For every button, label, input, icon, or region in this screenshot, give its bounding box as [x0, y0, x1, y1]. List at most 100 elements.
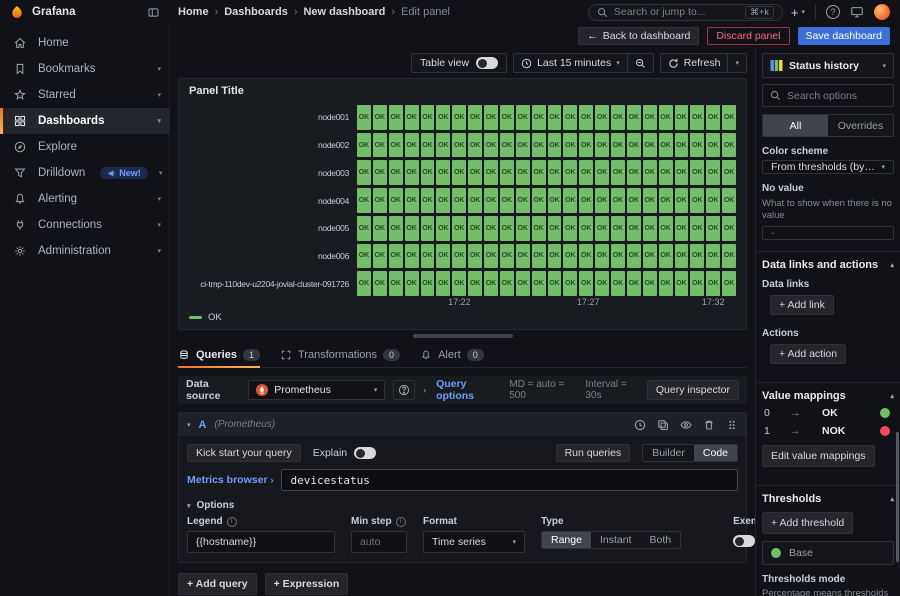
- status-cell[interactable]: OK: [563, 244, 577, 269]
- back-to-dashboard-button[interactable]: ← Back to dashboard: [578, 27, 699, 45]
- status-cell[interactable]: OK: [389, 271, 403, 296]
- query-type-instant[interactable]: Instant: [591, 532, 641, 548]
- status-cell[interactable]: OK: [357, 188, 371, 213]
- status-cell[interactable]: OK: [706, 188, 720, 213]
- status-cell[interactable]: OK: [452, 244, 466, 269]
- status-cell[interactable]: OK: [595, 133, 609, 158]
- status-cell[interactable]: OK: [595, 188, 609, 213]
- status-cell[interactable]: OK: [532, 244, 546, 269]
- status-cell[interactable]: OK: [436, 133, 450, 158]
- status-cell[interactable]: OK: [436, 160, 450, 185]
- discard-panel-button[interactable]: Discard panel: [707, 27, 789, 45]
- status-cell[interactable]: OK: [389, 133, 403, 158]
- status-cell[interactable]: OK: [500, 105, 514, 130]
- data-links-section-header[interactable]: Data links and actions ▴: [756, 257, 900, 273]
- status-cell[interactable]: OK: [468, 216, 482, 241]
- sidebar-item-bookmarks[interactable]: Bookmarks ▾: [0, 56, 169, 82]
- add-query-button[interactable]: + Add query: [178, 573, 257, 595]
- status-cell[interactable]: OK: [484, 188, 498, 213]
- metrics-browser-link[interactable]: Metrics browser ›: [187, 474, 281, 486]
- status-cell[interactable]: OK: [643, 160, 657, 185]
- scrollbar-thumb[interactable]: [896, 432, 899, 562]
- status-cell[interactable]: OK: [627, 271, 641, 296]
- status-cell[interactable]: OK: [563, 216, 577, 241]
- status-cell[interactable]: OK: [516, 216, 530, 241]
- search-box[interactable]: ⌘+k: [588, 4, 783, 21]
- status-cell[interactable]: OK: [595, 216, 609, 241]
- status-cell[interactable]: OK: [643, 244, 657, 269]
- refresh-button[interactable]: Refresh: [661, 54, 728, 72]
- status-cell[interactable]: OK: [373, 160, 387, 185]
- status-cell[interactable]: OK: [659, 160, 673, 185]
- new-button[interactable]: +▾: [791, 5, 805, 20]
- status-cell[interactable]: OK: [421, 271, 435, 296]
- datasource-help-button[interactable]: [393, 380, 415, 400]
- status-cell[interactable]: OK: [611, 244, 625, 269]
- status-cell[interactable]: OK: [421, 188, 435, 213]
- status-cell[interactable]: OK: [389, 216, 403, 241]
- thresholds-section-header[interactable]: Thresholds ▴: [756, 491, 900, 507]
- options-collapse[interactable]: ▾ Options: [187, 500, 738, 511]
- status-cell[interactable]: OK: [421, 133, 435, 158]
- breadcrumb-item-home[interactable]: Home: [178, 6, 209, 18]
- add-link-button[interactable]: + Add link: [770, 295, 834, 315]
- hide-query-icon[interactable]: [680, 419, 692, 431]
- status-cell[interactable]: OK: [548, 216, 562, 241]
- status-cell[interactable]: OK: [611, 188, 625, 213]
- tab-queries[interactable]: Queries1: [178, 342, 260, 367]
- status-cell[interactable]: OK: [500, 216, 514, 241]
- status-cell[interactable]: OK: [579, 244, 593, 269]
- help-icon[interactable]: ?: [826, 5, 840, 19]
- status-cell[interactable]: OK: [500, 160, 514, 185]
- value-mappings-section-header[interactable]: Value mappings ▴: [756, 388, 900, 404]
- status-cell[interactable]: OK: [357, 133, 371, 158]
- status-cell[interactable]: OK: [675, 133, 689, 158]
- query-history-icon[interactable]: [634, 419, 646, 431]
- splitter-handle[interactable]: [413, 334, 513, 338]
- options-tab-overrides[interactable]: Overrides: [828, 115, 893, 136]
- status-cell[interactable]: OK: [484, 105, 498, 130]
- add-threshold-button[interactable]: + Add threshold: [762, 512, 853, 534]
- table-view-toggle[interactable]: Table view: [411, 53, 507, 73]
- status-cell[interactable]: OK: [548, 160, 562, 185]
- tab-alert[interactable]: Alert0: [420, 342, 484, 367]
- status-cell[interactable]: OK: [452, 160, 466, 185]
- query-ref-id[interactable]: A: [199, 419, 207, 431]
- status-cell[interactable]: OK: [706, 244, 720, 269]
- status-cell[interactable]: OK: [516, 271, 530, 296]
- status-cell[interactable]: OK: [579, 216, 593, 241]
- status-cell[interactable]: OK: [563, 160, 577, 185]
- status-cell[interactable]: OK: [706, 160, 720, 185]
- status-cell[interactable]: OK: [500, 271, 514, 296]
- status-cell[interactable]: OK: [643, 188, 657, 213]
- status-cell[interactable]: OK: [484, 271, 498, 296]
- search-input[interactable]: [614, 6, 739, 18]
- status-cell[interactable]: OK: [659, 244, 673, 269]
- status-cell[interactable]: OK: [500, 188, 514, 213]
- grafana-logo-icon[interactable]: [10, 5, 24, 19]
- status-cell[interactable]: OK: [405, 216, 419, 241]
- status-cell[interactable]: OK: [516, 244, 530, 269]
- query-expression-input[interactable]: [281, 469, 738, 491]
- status-cell[interactable]: OK: [690, 105, 704, 130]
- sidebar-item-home[interactable]: Home: [0, 30, 169, 56]
- legend-input[interactable]: [187, 531, 335, 553]
- edit-value-mappings-button[interactable]: Edit value mappings: [762, 445, 875, 467]
- status-cell[interactable]: OK: [357, 271, 371, 296]
- status-cell[interactable]: OK: [468, 160, 482, 185]
- status-cell[interactable]: OK: [405, 271, 419, 296]
- options-tab-all[interactable]: All: [763, 115, 828, 136]
- status-cell[interactable]: OK: [373, 188, 387, 213]
- status-cell[interactable]: OK: [579, 188, 593, 213]
- sidebar-item-alerting[interactable]: Alerting ▾: [0, 186, 169, 212]
- mapping-color-dot[interactable]: [880, 426, 890, 436]
- status-cell[interactable]: OK: [579, 105, 593, 130]
- status-cell[interactable]: OK: [421, 244, 435, 269]
- status-cell[interactable]: OK: [389, 160, 403, 185]
- status-cell[interactable]: OK: [611, 133, 625, 158]
- status-cell[interactable]: OK: [706, 216, 720, 241]
- status-cell[interactable]: OK: [675, 160, 689, 185]
- status-cell[interactable]: OK: [595, 160, 609, 185]
- status-cell[interactable]: OK: [389, 188, 403, 213]
- status-cell[interactable]: OK: [468, 271, 482, 296]
